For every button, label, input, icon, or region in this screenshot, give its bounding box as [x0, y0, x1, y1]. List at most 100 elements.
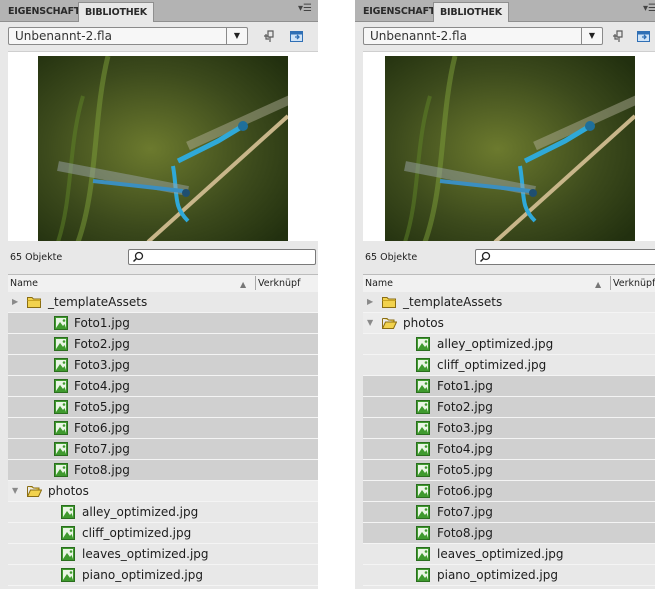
- column-linkage[interactable]: Verknüpf: [258, 278, 300, 289]
- tab-bibliothek[interactable]: BIBLIOTHEK: [433, 2, 509, 22]
- search-input[interactable]: [475, 249, 655, 265]
- expand-down-icon[interactable]: ▼: [12, 481, 18, 501]
- library-item-label: piano_optimized.jpg: [437, 568, 558, 582]
- preview-image: [385, 56, 635, 242]
- bitmap-icon: [54, 400, 68, 414]
- bitmap-icon: [416, 400, 430, 414]
- preview-image: [38, 56, 288, 242]
- library-folder[interactable]: ▼ photos: [8, 481, 318, 502]
- column-divider[interactable]: [610, 276, 611, 290]
- column-divider[interactable]: [255, 276, 256, 290]
- library-item[interactable]: Foto3.jpg: [363, 418, 655, 439]
- expand-right-icon[interactable]: ▶: [12, 292, 18, 312]
- panel-menu-icon[interactable]: ▾☰: [298, 3, 312, 14]
- library-folder[interactable]: ▼ photos: [363, 313, 655, 334]
- library-item-label: cliff_optimized.jpg: [82, 526, 192, 540]
- library-item-label: _templateAssets: [48, 295, 148, 309]
- library-item-label: Foto3.jpg: [437, 421, 493, 435]
- bitmap-icon: [61, 568, 75, 582]
- tab-eigenschaften[interactable]: EIGENSCHAFTEN: [357, 2, 449, 21]
- column-name[interactable]: Name: [365, 278, 393, 289]
- bitmap-icon: [61, 505, 75, 519]
- library-item[interactable]: alley_optimized.jpg: [8, 502, 318, 523]
- library-folder[interactable]: ▶ _templateAssets: [8, 292, 318, 313]
- library-item[interactable]: cliff_optimized.jpg: [8, 523, 318, 544]
- pin-icon[interactable]: [262, 28, 278, 44]
- library-item-label: alley_optimized.jpg: [437, 337, 554, 351]
- library-item[interactable]: Foto4.jpg: [8, 376, 318, 397]
- bitmap-icon: [61, 526, 75, 540]
- library-item-label: Foto4.jpg: [74, 379, 130, 393]
- bitmap-icon: [54, 421, 68, 435]
- library-item[interactable]: Foto2.jpg: [363, 397, 655, 418]
- library-item[interactable]: Foto8.jpg: [363, 523, 655, 544]
- bitmap-icon: [416, 526, 430, 540]
- library-item[interactable]: Foto4.jpg: [363, 439, 655, 460]
- bitmap-icon: [61, 547, 75, 561]
- library-item[interactable]: Foto5.jpg: [8, 397, 318, 418]
- sort-ascending-icon[interactable]: ▲: [595, 280, 601, 289]
- search-input[interactable]: [128, 249, 316, 265]
- library-item-label: Foto1.jpg: [74, 316, 130, 330]
- item-count: 65 Objekte: [10, 252, 63, 263]
- preview-pane: [8, 51, 318, 243]
- library-item[interactable]: Foto6.jpg: [8, 418, 318, 439]
- library-item[interactable]: Foto8.jpg: [8, 460, 318, 481]
- bitmap-icon: [416, 484, 430, 498]
- library-item-label: piano_optimized.jpg: [82, 568, 203, 582]
- document-select[interactable]: Unbenannt-2.fla ▼: [8, 27, 248, 45]
- new-library-panel-icon[interactable]: [289, 28, 305, 44]
- bitmap-icon: [54, 337, 68, 351]
- panel-tab-bar: EIGENSCHAFTEN BIBLIOTHEK ▾☰: [355, 0, 655, 22]
- library-item-label: leaves_optimized.jpg: [82, 547, 209, 561]
- library-folder[interactable]: ▶ _templateAssets: [363, 292, 655, 313]
- library-item[interactable]: leaves_optimized.jpg: [363, 544, 655, 565]
- column-linkage[interactable]: Verknüpf: [613, 278, 655, 289]
- bitmap-icon: [416, 337, 430, 351]
- library-item[interactable]: Foto1.jpg: [8, 313, 318, 334]
- library-item[interactable]: Foto7.jpg: [8, 439, 318, 460]
- library-item-label: Foto2.jpg: [437, 400, 493, 414]
- library-item-label: Foto1.jpg: [437, 379, 493, 393]
- document-select-value: Unbenannt-2.fla: [15, 29, 112, 43]
- library-item[interactable]: Foto3.jpg: [8, 355, 318, 376]
- tab-eigenschaften[interactable]: EIGENSCHAFTEN: [2, 2, 94, 21]
- bitmap-icon: [416, 442, 430, 456]
- bitmap-icon: [416, 463, 430, 477]
- item-count: 65 Objekte: [365, 252, 418, 263]
- panel-menu-icon[interactable]: ▾☰: [643, 3, 655, 14]
- column-header: Name ▲ Verknüpf: [363, 274, 655, 293]
- sort-ascending-icon[interactable]: ▲: [240, 280, 246, 289]
- library-count-bar: 65 Objekte: [0, 241, 318, 273]
- library-item[interactable]: alley_optimized.jpg: [363, 334, 655, 355]
- panel-tab-bar: EIGENSCHAFTEN BIBLIOTHEK ▾☰: [0, 0, 318, 22]
- library-item[interactable]: Foto1.jpg: [363, 376, 655, 397]
- chevron-down-icon[interactable]: ▼: [581, 28, 602, 44]
- column-name[interactable]: Name: [10, 278, 38, 289]
- library-item-label: Foto5.jpg: [74, 400, 130, 414]
- search-icon: [132, 251, 144, 263]
- library-item[interactable]: Foto6.jpg: [363, 481, 655, 502]
- pin-icon[interactable]: [611, 28, 627, 44]
- library-item[interactable]: cliff_optimized.jpg: [363, 355, 655, 376]
- expand-right-icon[interactable]: ▶: [367, 292, 373, 312]
- bitmap-icon: [416, 421, 430, 435]
- library-item[interactable]: leaves_optimized.jpg: [8, 544, 318, 565]
- expand-down-icon[interactable]: ▼: [367, 313, 373, 333]
- library-item[interactable]: Foto5.jpg: [363, 460, 655, 481]
- library-item[interactable]: piano_optimized.jpg: [363, 565, 655, 586]
- bitmap-icon: [54, 463, 68, 477]
- tab-bibliothek[interactable]: BIBLIOTHEK: [78, 2, 154, 22]
- library-panel-left: EIGENSCHAFTEN BIBLIOTHEK ▾☰ Unbenannt-2.…: [0, 0, 318, 589]
- library-item[interactable]: Foto2.jpg: [8, 334, 318, 355]
- library-item[interactable]: Foto7.jpg: [363, 502, 655, 523]
- document-select[interactable]: Unbenannt-2.fla ▼: [363, 27, 603, 45]
- chevron-down-icon[interactable]: ▼: [226, 28, 247, 44]
- library-item[interactable]: piano_optimized.jpg: [8, 565, 318, 586]
- library-item-label: Foto7.jpg: [74, 442, 130, 456]
- library-item-label: leaves_optimized.jpg: [437, 547, 564, 561]
- library-item-label: Foto3.jpg: [74, 358, 130, 372]
- new-library-panel-icon[interactable]: [636, 28, 652, 44]
- library-item-label: _templateAssets: [403, 295, 503, 309]
- folder-closed-icon: [382, 297, 396, 308]
